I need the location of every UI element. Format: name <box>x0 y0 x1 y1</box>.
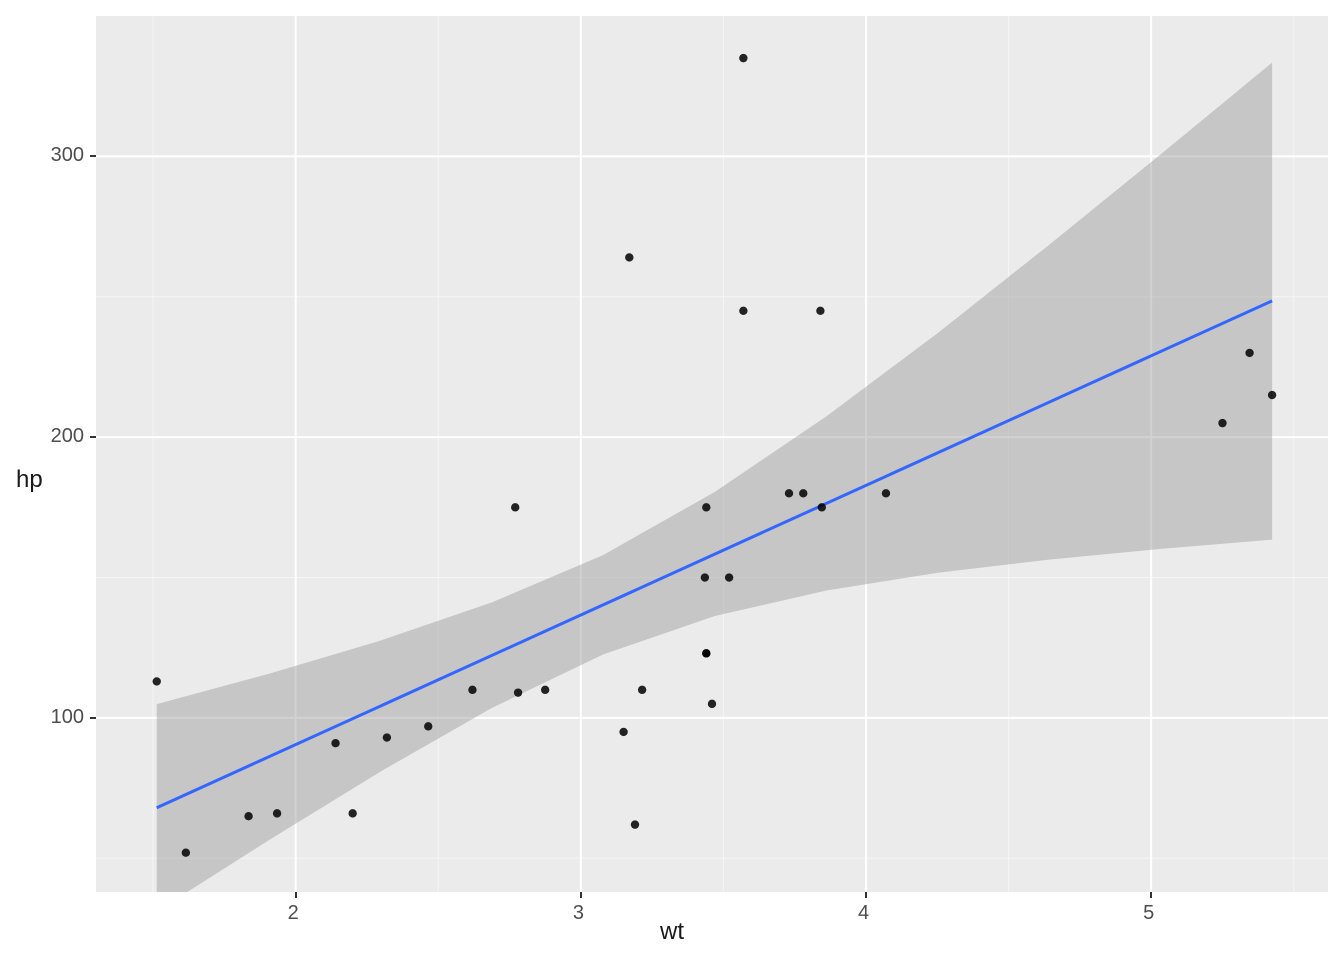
y-axis-title: hp <box>16 466 43 494</box>
data-point <box>625 253 633 261</box>
data-point <box>182 848 190 856</box>
plot-panel <box>96 16 1328 892</box>
data-point <box>816 307 824 315</box>
data-point <box>739 307 747 315</box>
x-tick-label: 3 <box>573 902 584 925</box>
data-point <box>818 503 826 511</box>
data-point <box>153 677 161 685</box>
y-tick-mark <box>90 155 96 157</box>
x-tick-mark <box>295 892 297 898</box>
data-point <box>1245 349 1253 357</box>
data-point <box>619 728 627 736</box>
confidence-band <box>157 63 1272 892</box>
data-point <box>725 573 733 581</box>
data-point <box>511 503 519 511</box>
x-tick-mark <box>580 892 582 898</box>
y-tick-mark <box>90 717 96 719</box>
data-point <box>541 686 549 694</box>
data-point <box>383 733 391 741</box>
y-tick-label: 300 <box>38 144 84 167</box>
y-tick-label: 200 <box>38 425 84 448</box>
data-point <box>348 809 356 817</box>
data-point <box>424 722 432 730</box>
data-point <box>882 489 890 497</box>
x-tick-mark <box>865 892 867 898</box>
x-tick-label: 2 <box>288 902 299 925</box>
data-point <box>638 686 646 694</box>
data-point <box>331 739 339 747</box>
data-point <box>273 809 281 817</box>
scatter-plot: hp wt 100 200 300 2 3 4 5 <box>0 0 1344 960</box>
data-point <box>1218 419 1226 427</box>
data-point <box>739 54 747 62</box>
data-point <box>244 812 252 820</box>
data-point <box>702 649 710 657</box>
data-point <box>1268 391 1276 399</box>
data-point <box>468 686 476 694</box>
x-tick-label: 4 <box>858 902 869 925</box>
data-point <box>702 503 710 511</box>
data-point <box>799 489 807 497</box>
data-point <box>631 820 639 828</box>
y-tick-mark <box>90 436 96 438</box>
data-point <box>785 489 793 497</box>
plot-svg <box>96 16 1328 892</box>
y-tick-label: 100 <box>38 706 84 729</box>
x-tick-label: 5 <box>1143 902 1154 925</box>
data-point <box>708 700 716 708</box>
data-point <box>514 688 522 696</box>
regression-line <box>157 301 1272 808</box>
x-axis-title: wt <box>660 918 684 946</box>
x-tick-mark <box>1150 892 1152 898</box>
data-point <box>701 573 709 581</box>
